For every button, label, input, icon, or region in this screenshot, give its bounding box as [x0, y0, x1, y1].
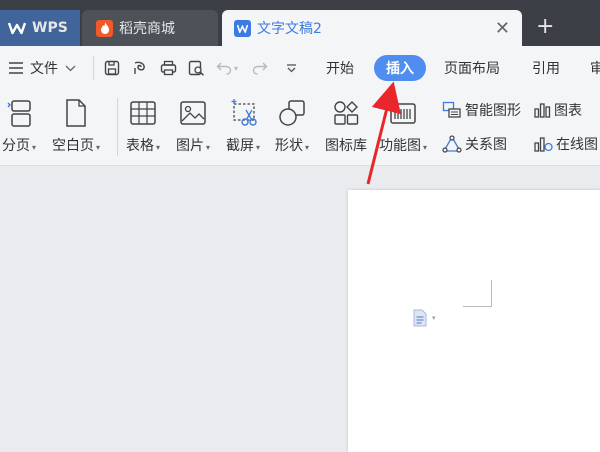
- annotation-arrow: [366, 81, 401, 185]
